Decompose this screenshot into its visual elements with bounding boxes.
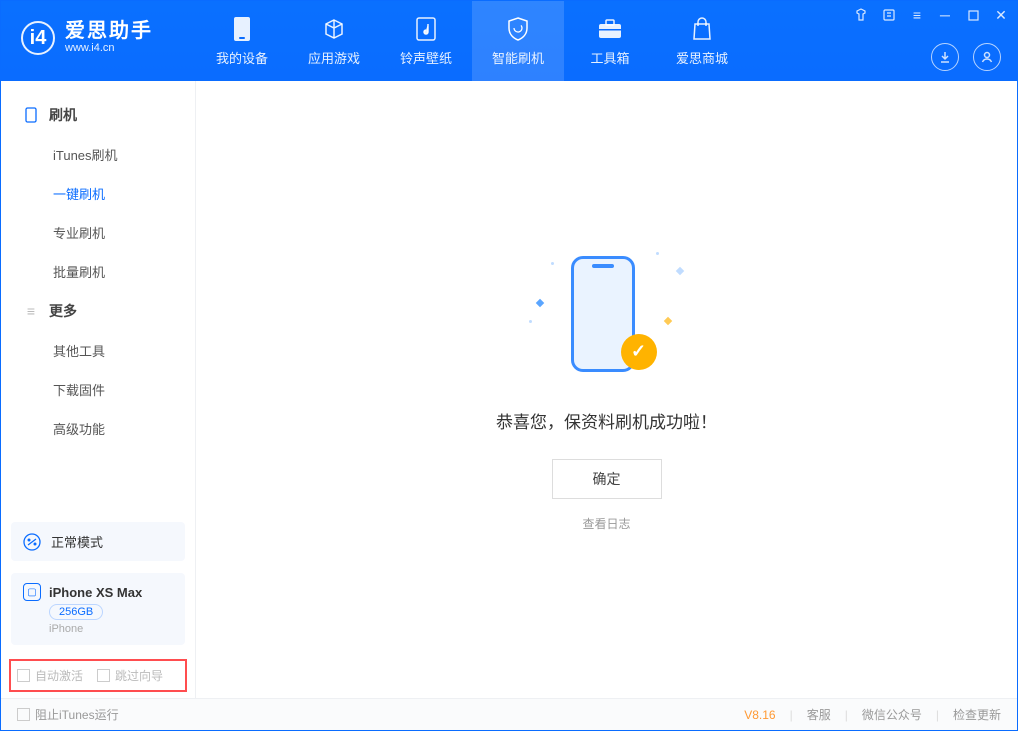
- close-button[interactable]: ✕: [993, 7, 1009, 23]
- nav-ringtones[interactable]: 铃声壁纸: [380, 1, 472, 81]
- checkbox-label: 阻止iTunes运行: [35, 706, 119, 723]
- sidebar-item-itunes-flash[interactable]: iTunes刷机: [1, 135, 195, 174]
- phone-small-icon: ▢: [23, 583, 41, 601]
- footer-link-support[interactable]: 客服: [807, 706, 831, 723]
- device-type: iPhone: [49, 623, 83, 635]
- auto-activate-checkbox[interactable]: 自动激活: [17, 667, 83, 684]
- sidebar-item-oneclick-flash[interactable]: 一键刷机: [1, 174, 195, 213]
- maximize-button[interactable]: [965, 7, 981, 23]
- footer-link-wechat[interactable]: 微信公众号: [862, 706, 922, 723]
- minimize-button[interactable]: ─: [937, 7, 953, 23]
- device-storage-badge: 256GB: [49, 604, 103, 620]
- feedback-icon[interactable]: [881, 7, 897, 23]
- checkbox-label: 跳过向导: [115, 667, 163, 684]
- block-itunes-checkbox[interactable]: 阻止iTunes运行: [17, 706, 119, 723]
- download-manager-button[interactable]: [931, 43, 959, 71]
- flash-options-row: 自动激活 跳过向导: [9, 659, 187, 692]
- mode-label: 正常模式: [51, 532, 103, 551]
- toolbox-icon: [597, 16, 623, 42]
- main-content: ✓ 恭喜您，保资料刷机成功啦！ 确定 查看日志: [196, 81, 1017, 700]
- sidebar-section-more: ≡ 更多: [1, 291, 195, 331]
- list-icon: ≡: [23, 303, 39, 319]
- section-title: 更多: [49, 301, 77, 321]
- nav-apps[interactable]: 应用游戏: [288, 1, 380, 81]
- nav-label: 应用游戏: [308, 48, 360, 67]
- sidebar-item-download-firmware[interactable]: 下载固件: [1, 370, 195, 409]
- header-right: [931, 43, 1001, 71]
- nav-label: 工具箱: [590, 48, 629, 67]
- app-url: www.i4.cn: [65, 41, 153, 55]
- sidebar-item-advanced[interactable]: 高级功能: [1, 409, 195, 448]
- mode-icon: [23, 533, 41, 551]
- logo: i4 爱思助手 www.i4.cn: [1, 1, 196, 55]
- sidebar-item-other-tools[interactable]: 其他工具: [1, 331, 195, 370]
- top-nav: 我的设备 应用游戏 铃声壁纸 智能刷机 工具箱 爱思商城: [196, 1, 748, 81]
- skin-icon[interactable]: [853, 7, 869, 23]
- sidebar-section-flash: 刷机: [1, 95, 195, 135]
- music-file-icon: [413, 16, 439, 42]
- ok-button[interactable]: 确定: [552, 459, 662, 499]
- app-name: 爱思助手: [65, 21, 153, 41]
- menu-icon[interactable]: ≡: [909, 7, 925, 23]
- device-icon: [23, 107, 39, 123]
- checkbox-label: 自动激活: [35, 667, 83, 684]
- logo-icon: i4: [21, 21, 55, 55]
- nav-toolbox[interactable]: 工具箱: [564, 1, 656, 81]
- user-account-button[interactable]: [973, 43, 1001, 71]
- skip-setup-checkbox[interactable]: 跳过向导: [97, 667, 163, 684]
- nav-label: 铃声壁纸: [400, 48, 452, 67]
- nav-my-device[interactable]: 我的设备: [196, 1, 288, 81]
- success-illustration: ✓: [527, 250, 687, 380]
- sidebar-item-batch-flash[interactable]: 批量刷机: [1, 252, 195, 291]
- sidebar: 刷机 iTunes刷机 一键刷机 专业刷机 批量刷机 ≡ 更多 其他工具 下载固…: [1, 81, 196, 700]
- phone-icon: [229, 16, 255, 42]
- footer: 阻止iTunes运行 V8.16 | 客服 | 微信公众号 | 检查更新: [1, 698, 1017, 730]
- nav-store[interactable]: 爱思商城: [656, 1, 748, 81]
- footer-link-update[interactable]: 检查更新: [953, 706, 1001, 723]
- nav-flash[interactable]: 智能刷机: [472, 1, 564, 81]
- check-seal-icon: ✓: [621, 334, 657, 370]
- cube-icon: [321, 16, 347, 42]
- device-name: iPhone XS Max: [49, 585, 142, 600]
- view-log-link[interactable]: 查看日志: [582, 515, 630, 532]
- nav-label: 爱思商城: [676, 48, 728, 67]
- nav-label: 我的设备: [216, 48, 268, 67]
- shield-refresh-icon: [505, 16, 531, 42]
- sidebar-item-pro-flash[interactable]: 专业刷机: [1, 213, 195, 252]
- success-message: 恭喜您，保资料刷机成功啦！: [496, 408, 717, 433]
- section-title: 刷机: [49, 105, 77, 125]
- nav-label: 智能刷机: [492, 48, 544, 67]
- header: i4 爱思助手 www.i4.cn 我的设备 应用游戏 铃声壁纸 智能刷机 工具…: [1, 1, 1017, 81]
- device-mode-card[interactable]: 正常模式: [11, 522, 185, 561]
- version-label: V8.16: [744, 708, 775, 722]
- window-controls: ≡ ─ ✕: [853, 7, 1009, 23]
- bag-icon: [689, 16, 715, 42]
- device-card[interactable]: ▢ iPhone XS Max 256GB iPhone: [11, 573, 185, 645]
